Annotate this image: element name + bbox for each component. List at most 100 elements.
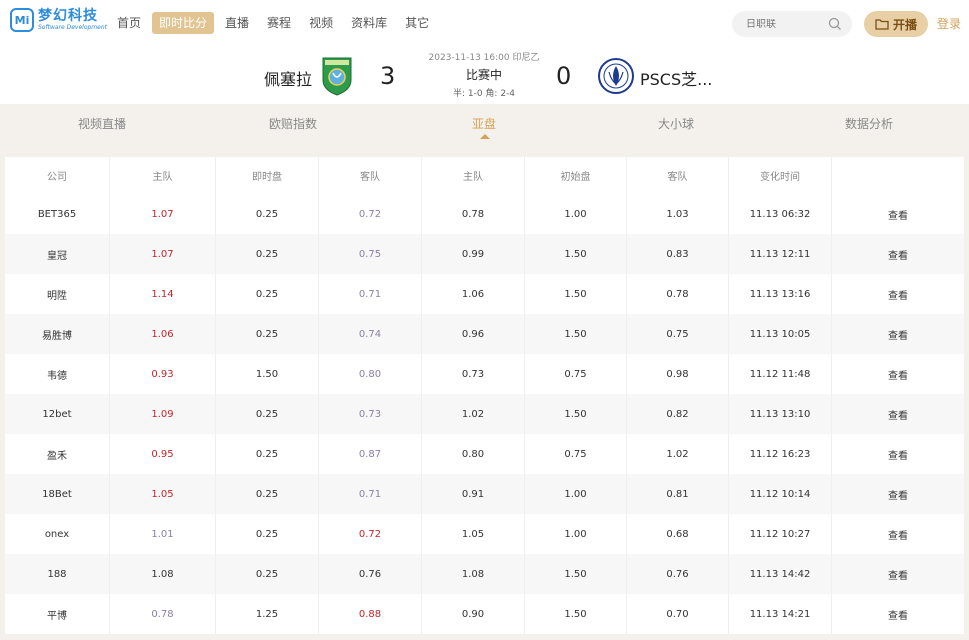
- change-time-cell: 11.12 10:27: [729, 514, 832, 554]
- go-live-button[interactable]: 开播: [864, 11, 928, 37]
- init-line-cell: 1.00: [525, 474, 627, 514]
- live-line-cell: 0.25: [216, 394, 319, 434]
- top-nav: Mi 梦幻科技 Software Development 首页 即时比分 直播 …: [0, 0, 969, 48]
- live-line-cell: 0.25: [216, 554, 319, 594]
- header-init-away: 客队: [627, 157, 729, 194]
- live-away-cell: 0.72: [319, 194, 422, 234]
- init-home-cell: 0.91: [422, 474, 525, 514]
- company-cell: BET365: [5, 194, 110, 234]
- live-home-cell: 1.05: [110, 474, 216, 514]
- init-line-cell: 0.75: [525, 434, 627, 474]
- live-home-cell: 1.01: [110, 514, 216, 554]
- init-line-cell: 1.50: [525, 594, 627, 634]
- header-live-line: 即时盘: [216, 157, 319, 194]
- view-button[interactable]: 查看: [832, 314, 964, 354]
- header-init-home: 主队: [422, 157, 525, 194]
- table-row: 188 1.08 0.25 0.76 1.08 1.50 0.76 11.13 14:42 查看: [5, 554, 964, 594]
- view-button[interactable]: 查看: [832, 194, 964, 234]
- live-away-cell: 0.71: [319, 474, 422, 514]
- tab-over-under[interactable]: 大小球: [658, 115, 694, 132]
- login-link[interactable]: 登录: [937, 15, 961, 32]
- away-team-crest-icon[interactable]: [598, 56, 634, 96]
- home-team-name[interactable]: 佩塞拉: [264, 66, 312, 90]
- live-away-cell: 0.73: [319, 394, 422, 434]
- search-box: [732, 11, 852, 37]
- company-cell: 明陞: [5, 274, 110, 314]
- tab-european-odds[interactable]: 欧赔指数: [269, 115, 317, 132]
- table-row: 盈禾 0.95 0.25 0.87 0.80 0.75 1.02 11.12 16:23 查看: [5, 434, 964, 474]
- company-cell: 18Bet: [5, 474, 110, 514]
- init-line-cell: 1.50: [525, 554, 627, 594]
- match-half-corner: 半: 1-0 角: 2-4: [452, 89, 516, 99]
- view-button[interactable]: 查看: [832, 274, 964, 314]
- nav-item-video[interactable]: 视频: [302, 12, 340, 34]
- change-time-cell: 11.13 14:42: [729, 554, 832, 594]
- table-row: 易胜博 1.06 0.25 0.74 0.96 1.50 0.75 11.13 10:05 查看: [5, 314, 964, 354]
- change-time-cell: 11.12 11:48: [729, 354, 832, 394]
- nav-item-database[interactable]: 资料库: [344, 12, 394, 34]
- header-live-home: 主队: [110, 157, 216, 194]
- live-line-cell: 0.25: [216, 434, 319, 474]
- live-line-cell: 0.25: [216, 234, 319, 274]
- init-home-cell: 1.08: [422, 554, 525, 594]
- init-line-cell: 1.50: [525, 274, 627, 314]
- match-status: 比赛中: [465, 68, 502, 82]
- table-row: 18Bet 1.05 0.25 0.71 0.91 1.00 0.81 11.12 10:14…: [5, 474, 964, 514]
- view-button[interactable]: 查看: [832, 474, 964, 514]
- nav-item-live[interactable]: 直播: [218, 12, 256, 34]
- live-line-cell: 0.25: [216, 474, 319, 514]
- nav-item-live-score[interactable]: 即时比分: [152, 12, 215, 34]
- live-away-cell: 0.80: [319, 354, 422, 394]
- away-team-name[interactable]: PSCS芝...: [640, 66, 712, 90]
- init-away-cell: 0.68: [627, 514, 729, 554]
- nav-item-schedule[interactable]: 赛程: [260, 12, 298, 34]
- company-cell: 平博: [5, 594, 110, 634]
- live-line-cell: 0.25: [216, 194, 319, 234]
- header-change-time: 变化时间: [729, 157, 832, 194]
- change-time-cell: 11.12 16:23: [729, 434, 832, 474]
- init-home-cell: 1.05: [422, 514, 525, 554]
- header-live-away: 客队: [319, 157, 422, 194]
- company-cell: 188: [5, 554, 110, 594]
- init-line-cell: 0.75: [525, 354, 627, 394]
- init-home-cell: 0.80: [422, 434, 525, 474]
- nav-item-home[interactable]: 首页: [110, 12, 148, 34]
- init-away-cell: 0.70: [627, 594, 729, 634]
- logo[interactable]: Mi 梦幻科技 Software Development: [10, 8, 107, 32]
- search-input[interactable]: [746, 18, 826, 30]
- live-line-cell: 0.25: [216, 514, 319, 554]
- view-button[interactable]: 查看: [832, 554, 964, 594]
- tab-data-analysis[interactable]: 数据分析: [845, 115, 893, 132]
- company-cell: onex: [5, 514, 110, 554]
- tab-video-live[interactable]: 视频直播: [78, 115, 126, 132]
- change-time-cell: 11.13 13:16: [729, 274, 832, 314]
- init-away-cell: 0.76: [627, 554, 729, 594]
- match-header: 佩塞拉 3 2023-11-13 16:00 印尼乙 比赛中 半: 1-0 角:…: [0, 48, 969, 104]
- odds-panel: 公司 主队 即时盘 客队 主队 初始盘 客队 变化时间 BET365 1.07 0.…: [0, 144, 969, 640]
- init-away-cell: 0.81: [627, 474, 729, 514]
- table-row: 12bet 1.09 0.25 0.73 1.02 1.50 0.82 11.13 13:10…: [5, 394, 964, 434]
- view-button[interactable]: 查看: [832, 514, 964, 554]
- live-home-cell: 1.06: [110, 314, 216, 354]
- live-away-cell: 0.88: [319, 594, 422, 634]
- tab-asian-handicap[interactable]: 亚盘: [472, 115, 496, 132]
- view-button[interactable]: 查看: [832, 434, 964, 474]
- init-line-cell: 1.50: [525, 314, 627, 354]
- view-button[interactable]: 查看: [832, 234, 964, 274]
- match-meta: 2023-11-13 16:00 印尼乙: [428, 53, 540, 63]
- live-line-cell: 0.25: [216, 274, 319, 314]
- view-button[interactable]: 查看: [832, 394, 964, 434]
- home-team-crest-icon[interactable]: [321, 56, 353, 96]
- init-away-cell: 0.75: [627, 314, 729, 354]
- odds-table: 公司 主队 即时盘 客队 主队 初始盘 客队 变化时间 BET365 1.07 0.…: [5, 157, 964, 634]
- view-button[interactable]: 查看: [832, 594, 964, 634]
- init-line-cell: 1.00: [525, 194, 627, 234]
- init-home-cell: 0.99: [422, 234, 525, 274]
- search-icon[interactable]: [828, 17, 842, 31]
- company-cell: 12bet: [5, 394, 110, 434]
- nav-item-other[interactable]: 其它: [398, 12, 436, 34]
- init-away-cell: 0.82: [627, 394, 729, 434]
- view-button[interactable]: 查看: [832, 354, 964, 394]
- init-home-cell: 0.73: [422, 354, 525, 394]
- tab-bar: 视频直播 欧赔指数 亚盘 大小球 数据分析: [0, 104, 969, 144]
